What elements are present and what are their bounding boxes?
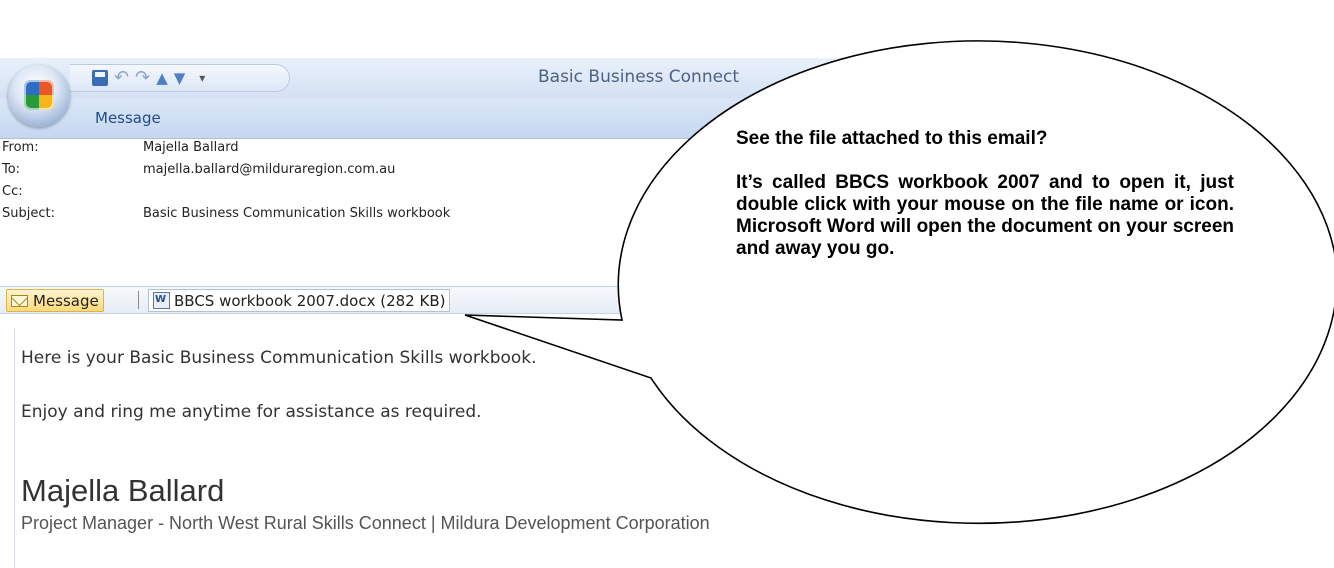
- callout-paragraph: It’s called BBCS workbook 2007 and to op…: [736, 172, 1234, 259]
- callout-outline: [464, 40, 1334, 525]
- callout-bubble: [464, 40, 1334, 525]
- callout-text: See the file attached to this email? It’…: [736, 128, 1234, 260]
- callout-question: See the file attached to this email?: [736, 128, 1048, 149]
- office-logo-icon: [24, 80, 54, 110]
- office-button[interactable]: [8, 65, 70, 127]
